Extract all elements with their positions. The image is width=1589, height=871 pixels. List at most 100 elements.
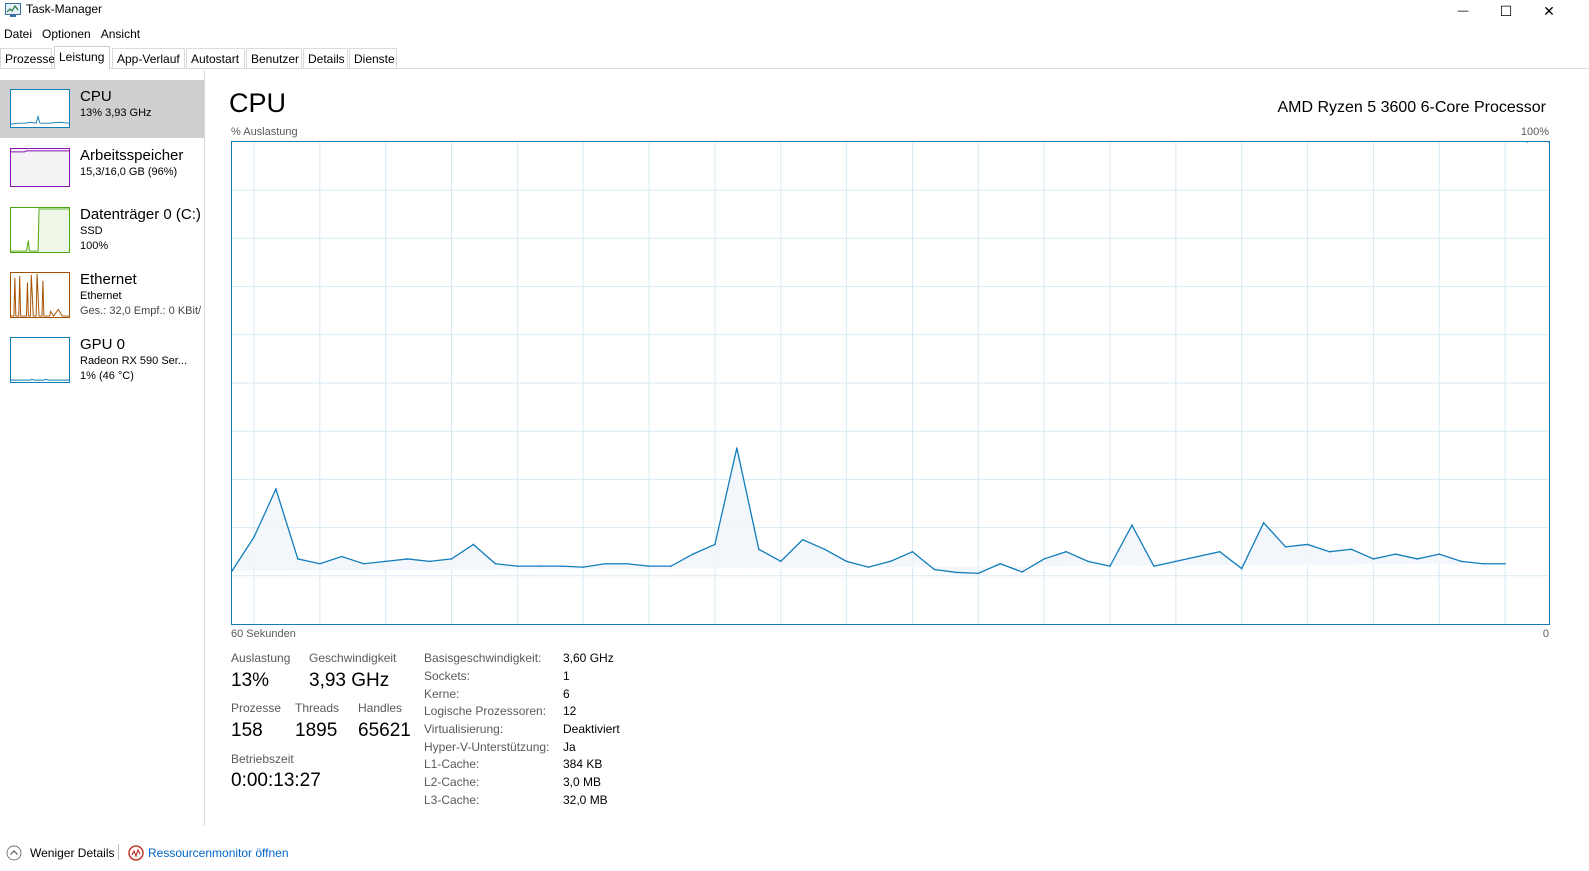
- info-label: Kerne:: [424, 687, 460, 701]
- tab-benutzer[interactable]: Benutzer: [246, 48, 302, 68]
- performance-sidebar: CPU 13% 3,93 GHz Arbeitsspeicher 15,3/16…: [0, 70, 205, 826]
- sidebar-item-detail-2: Ges.: 32,0 Empf.: 0 KBit/: [80, 305, 202, 317]
- menu-optionen[interactable]: Optionen: [38, 24, 97, 44]
- cpu-data-point: [494, 562, 497, 565]
- cpu-data-point: [362, 562, 365, 565]
- cpu-data-point: [779, 560, 782, 563]
- sidebar-item-detail: 15,3/16,0 GB (96%): [80, 166, 178, 178]
- cpu-data-point: [604, 562, 606, 565]
- info-value: 12: [563, 704, 577, 718]
- cpu-data-point: [1394, 553, 1397, 555]
- info-value: 384 KB: [563, 757, 603, 771]
- cpu-data-point: [340, 555, 343, 558]
- info-value: 3,0 MB: [563, 775, 602, 789]
- cpu-data-point: [977, 572, 980, 575]
- tab-app-verlauf[interactable]: App-Verlauf: [112, 48, 185, 68]
- info-value: Deaktiviert: [563, 722, 620, 736]
- cpu-data-point: [1504, 562, 1506, 565]
- sidebar-item-ethernet[interactable]: Ethernet Ethernet Ges.: 32,0 Empf.: 0 KB…: [0, 263, 204, 327]
- tab-leistung[interactable]: Leistung: [54, 46, 110, 69]
- cpu-utilization-graph: [231, 141, 1550, 625]
- sidebar-item-title: Arbeitsspeicher: [80, 147, 184, 164]
- cpu-data-point: [911, 550, 914, 553]
- cpu-data-point: [1109, 565, 1111, 567]
- cpu-data-point: [1548, 142, 1549, 143]
- sidebar-item-detail-2: 1% (46 °C): [80, 370, 134, 382]
- cpu-data-point: [626, 562, 628, 565]
- sidebar-item-disk[interactable]: Datenträger 0 (C:) SSD 100%: [0, 198, 204, 262]
- cpu-data-point: [384, 560, 387, 563]
- uptime-label: Betriebszeit: [231, 752, 294, 766]
- cpu-data-point: [1021, 571, 1023, 573]
- cpu-data-point: [1262, 521, 1265, 524]
- maximize-icon: ☐: [1499, 2, 1513, 19]
- cpu-data-point: [1460, 560, 1462, 563]
- processes-label: Prozesse: [231, 701, 282, 715]
- uptime-value: 0:00:13:27: [231, 770, 321, 791]
- cpu-data-point: [275, 488, 277, 490]
- cpu-data-point: [845, 560, 848, 563]
- info-label: Logische Prozessoren:: [424, 704, 547, 718]
- info-label: L3-Cache:: [424, 793, 480, 807]
- tab-autostart[interactable]: Autostart: [186, 48, 245, 68]
- cpu-data-point: [450, 558, 453, 560]
- info-value: 1: [563, 669, 570, 683]
- tab-prozesse[interactable]: Prozesse: [0, 48, 55, 68]
- chevron-up-icon[interactable]: [6, 845, 22, 861]
- info-label: Hyper-V-Unterstützung:: [424, 740, 550, 754]
- cpu-thumbnail: [10, 89, 70, 128]
- processes-value: 158: [231, 720, 263, 741]
- info-value: 3,60 GHz: [563, 651, 614, 665]
- sidebar-item-detail: Ethernet: [80, 290, 122, 302]
- maximize-button[interactable]: ☐: [1483, 0, 1529, 22]
- cpu-data-point: [1240, 567, 1243, 570]
- cpu-data-point: [670, 565, 672, 567]
- info-value: 6: [563, 687, 570, 701]
- cpu-data-point: [428, 560, 431, 563]
- task-manager-icon: [5, 3, 21, 17]
- minimize-button[interactable]: —: [1440, 0, 1486, 22]
- sidebar-item-title: Ethernet: [80, 271, 137, 288]
- cpu-data-point: [319, 562, 321, 565]
- cpu-data-point: [1065, 550, 1067, 553]
- cpu-data-point: [867, 566, 870, 568]
- sidebar-item-title: Datenträger 0 (C:): [80, 206, 201, 223]
- cpu-data-point: [253, 536, 255, 539]
- cpu-data-point: [1350, 548, 1353, 551]
- resource-monitor-icon: [128, 845, 144, 861]
- sidebar-item-gpu[interactable]: GPU 0 Radeon RX 590 Ser... 1% (46 °C): [0, 328, 204, 392]
- utilization-value: 13%: [231, 670, 270, 691]
- cpu-data-point: [692, 553, 694, 555]
- close-button[interactable]: ✕: [1526, 0, 1572, 22]
- handles-label: Handles: [358, 701, 403, 715]
- cpu-data-point: [1043, 558, 1045, 560]
- ethernet-thumbnail: [10, 272, 70, 318]
- speed-value: 3,93 GHz: [309, 670, 390, 691]
- title-bar: Task-Manager — ☐ ✕: [0, 0, 1589, 22]
- sidebar-item-memory[interactable]: Arbeitsspeicher 15,3/16,0 GB (96%): [0, 139, 204, 197]
- menu-datei[interactable]: Datei: [0, 24, 38, 44]
- utilization-label: Auslastung: [231, 651, 291, 665]
- tab-dienste[interactable]: Dienste: [349, 48, 397, 68]
- cpu-data-point: [758, 548, 760, 551]
- page-title: CPU: [229, 88, 287, 118]
- info-label: Virtualisierung:: [424, 722, 504, 736]
- sidebar-item-detail: Radeon RX 590 Ser...: [80, 355, 188, 367]
- cpu-data-point: [1482, 562, 1484, 565]
- sidebar-item-cpu[interactable]: CPU 13% 3,93 GHz: [0, 80, 204, 138]
- cpu-data-point: [1153, 565, 1155, 567]
- gpu-thumbnail: [10, 337, 70, 383]
- less-details-button[interactable]: Weniger Details: [30, 846, 114, 860]
- close-icon: ✕: [1543, 2, 1555, 19]
- processor-name: AMD Ryzen 5 3600 6-Core Processor: [1277, 99, 1546, 116]
- cpu-data-point: [1197, 555, 1199, 558]
- info-value: 32,0 MB: [563, 793, 608, 807]
- window-title: Task-Manager: [26, 2, 103, 16]
- resource-monitor-link[interactable]: Ressourcenmonitor öffnen: [148, 846, 289, 860]
- info-label: Basisgeschwindigkeit:: [424, 651, 542, 665]
- cpu-data-point: [933, 568, 936, 571]
- cpu-data-point: [955, 571, 958, 574]
- tab-details[interactable]: Details: [303, 48, 348, 68]
- menu-ansicht[interactable]: Ansicht: [97, 24, 146, 44]
- tab-bar: Prozesse Leistung App-Verlauf Autostart …: [0, 46, 1589, 69]
